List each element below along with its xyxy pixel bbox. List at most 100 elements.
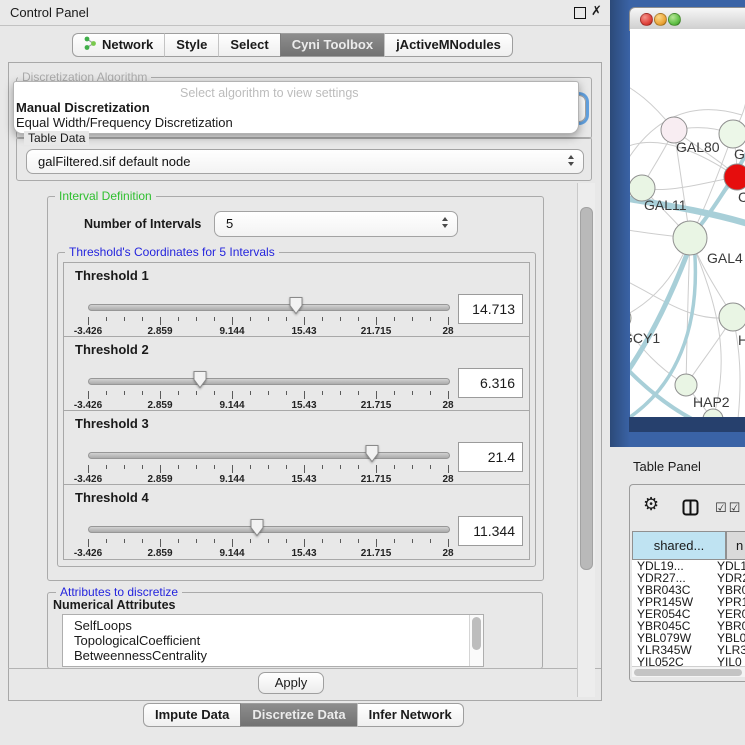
popup-option-equal-width[interactable]: Equal Width/Frequency Discretization <box>16 115 233 130</box>
scrollbar-thumb[interactable] <box>472 617 481 650</box>
tab-infer-network[interactable]: Infer Network <box>357 703 464 727</box>
table-data-value: galFiltered.sif default node <box>38 150 190 173</box>
slider-track[interactable] <box>88 378 450 385</box>
slider-track[interactable] <box>88 526 450 533</box>
node-table-rows[interactable]: YDL19...YDL1YDR27...YDR2YBR043CYBR0YPR14… <box>632 560 745 666</box>
tab-jactivemnodules-label: jActiveMNodules <box>396 37 501 52</box>
threshold-4-slider[interactable]: -3.4262.8599.14415.4321.71528 <box>88 517 448 559</box>
numerical-attributes-list[interactable]: SelfLoops TopologicalCoefficient Between… <box>62 614 484 667</box>
tab-impute-data-label: Impute Data <box>155 707 229 722</box>
slider-track[interactable] <box>88 452 450 459</box>
tab-select[interactable]: Select <box>218 33 279 57</box>
slider-thumb[interactable] <box>288 296 303 315</box>
network-view-canvas[interactable]: GAL80 GA GAL11 C GAL4 GCY1 H HAP2 <box>630 29 745 417</box>
slider-thumb[interactable] <box>250 518 265 537</box>
threshold-1-slider[interactable]: -3.4262.8599.14415.4321.71528 <box>88 295 448 337</box>
slider-ticks <box>88 317 448 326</box>
close-icon[interactable]: ✗ <box>591 3 602 19</box>
list-item[interactable]: BetweennessCentrality <box>63 648 483 663</box>
threshold-2-label: Threshold 2 <box>75 342 149 357</box>
tab-network-label: Network <box>102 37 153 52</box>
slider-tick-labels: -3.4262.8599.14415.4321.71528 <box>88 548 448 559</box>
list-item[interactable]: SelfLoops <box>63 618 483 633</box>
node-label-gal11: GAL11 <box>644 197 687 213</box>
network-icon <box>84 36 97 58</box>
slider-thumb[interactable] <box>365 444 380 463</box>
table-data-combobox[interactable]: galFiltered.sif default node <box>26 149 584 174</box>
threshold-3-slider[interactable]: -3.4262.8599.14415.4321.71528 <box>88 443 448 485</box>
table-row[interactable]: YIL052CYIL0 <box>632 656 745 666</box>
table-data-label: Table Data <box>24 131 89 145</box>
slider-ticks <box>88 539 448 548</box>
node-label-h: H <box>738 332 745 348</box>
threshold-4-value-field[interactable]: 11.344 <box>458 516 523 546</box>
app-root: Control Panel ✗ Network Style Select Cyn… <box>0 0 745 745</box>
tab-select-label: Select <box>230 37 268 52</box>
cyni-bottom-tabs: Impute Data Discretize Data Infer Networ… <box>143 703 464 727</box>
minimize-traffic-light[interactable] <box>654 13 667 26</box>
node-label-gal80: GAL80 <box>676 139 720 155</box>
tab-cyni-toolbox[interactable]: Cyni Toolbox <box>280 33 384 57</box>
column-split-icon[interactable] <box>682 499 699 521</box>
node-label-gcy1: GCY1 <box>630 330 660 346</box>
attributes-group-label: Attributes to discretize <box>56 585 182 599</box>
threshold-3-value-field[interactable]: 21.4 <box>458 442 523 472</box>
control-panel-tabs: Network Style Select Cyni Toolbox jActiv… <box>72 33 513 57</box>
node-hap2[interactable] <box>675 374 697 396</box>
settings-gear-icon[interactable]: ⚙ <box>643 495 659 513</box>
panel-scrollbar-thumb[interactable] <box>580 207 593 570</box>
column-header-shared[interactable]: shared... <box>632 531 726 560</box>
node-gcy1[interactable] <box>630 307 631 329</box>
node-selected-red[interactable] <box>724 164 745 190</box>
tab-discretize-data[interactable]: Discretize Data <box>240 703 356 727</box>
tab-network[interactable]: Network <box>72 33 164 57</box>
tab-discretize-data-label: Discretize Data <box>252 707 345 722</box>
combo-arrows-icon <box>442 217 448 228</box>
slider-thumb[interactable] <box>192 370 207 389</box>
threshold-1-label: Threshold 1 <box>75 268 149 283</box>
list-scrollbar[interactable] <box>469 615 483 666</box>
threshold-2-value-field[interactable]: 6.316 <box>458 368 523 398</box>
tab-cyni-toolbox-label: Cyni Toolbox <box>292 37 373 52</box>
node-label-ga: GA <box>734 146 745 162</box>
list-item[interactable]: TopologicalCoefficient <box>63 633 483 648</box>
zoom-traffic-light[interactable] <box>668 13 681 26</box>
threshold-2-slider[interactable]: -3.4262.8599.14415.4321.71528 <box>88 369 448 411</box>
table-hscrollbar[interactable] <box>632 666 745 677</box>
numerical-attributes-label: Numerical Attributes <box>53 598 175 612</box>
threshold-1-panel: Threshold 1 -3.4262.8599.14415.4321.7152… <box>63 262 530 338</box>
number-of-intervals-label: Number of Intervals <box>84 217 201 231</box>
algorithm-dropdown-popup: Select algorithm to view settings Manual… <box>13 81 579 134</box>
slider-ticks <box>88 465 448 474</box>
tab-style-label: Style <box>176 37 207 52</box>
combo-arrows-icon <box>568 155 574 166</box>
number-of-intervals-combobox[interactable]: 5 <box>214 211 458 237</box>
table-panel-title: Table Panel <box>633 459 701 474</box>
node-h[interactable] <box>719 303 745 331</box>
checkbox-checked-icons[interactable]: ☑☑ <box>715 500 742 516</box>
number-of-intervals-value: 5 <box>226 212 233 235</box>
apply-bar-divider <box>8 668 601 669</box>
panel-title: Control Panel <box>10 5 89 20</box>
node-gal4[interactable] <box>673 221 707 255</box>
threshold-1-value-field[interactable]: 14.713 <box>458 294 523 324</box>
slider-track[interactable] <box>88 304 450 311</box>
threshold-4-label: Threshold 4 <box>75 490 149 505</box>
tab-jactivemnodules[interactable]: jActiveMNodules <box>384 33 513 57</box>
node-top-right[interactable] <box>719 120 745 148</box>
apply-button[interactable]: Apply <box>258 672 324 694</box>
tab-impute-data[interactable]: Impute Data <box>143 703 240 727</box>
tab-style[interactable]: Style <box>164 33 218 57</box>
close-traffic-light[interactable] <box>640 13 653 26</box>
thresholds-coordinates-label: Threshold's Coordinates for 5 Intervals <box>65 245 279 259</box>
float-window-icon[interactable] <box>574 7 586 19</box>
node-label-hap2: HAP2 <box>693 394 730 410</box>
node-label-gal4: GAL4 <box>707 250 743 266</box>
scrollbar-thumb[interactable] <box>634 669 742 676</box>
popup-option-manual[interactable]: Manual Discretization <box>16 100 150 115</box>
column-header-name[interactable]: n <box>726 531 745 560</box>
popup-prompt: Select algorithm to view settings <box>180 86 359 100</box>
slider-ticks <box>88 391 448 400</box>
threshold-2-panel: Threshold 2 -3.4262.8599.14415.4321.7152… <box>63 336 530 412</box>
tab-infer-network-label: Infer Network <box>369 707 452 722</box>
